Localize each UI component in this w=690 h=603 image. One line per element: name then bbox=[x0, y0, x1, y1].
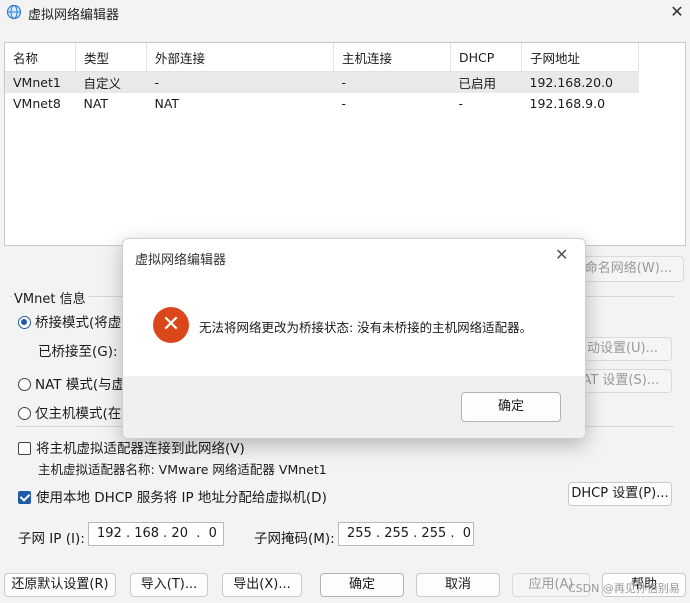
watermark: CSDN @再见孙悟别易 bbox=[568, 582, 680, 595]
dialog-close-icon[interactable]: ✕ bbox=[555, 245, 568, 264]
dialog-message: 无法将网络更改为桥接状态: 没有未桥接的主机网络适配器。 bbox=[199, 320, 533, 335]
error-x-icon: ✕ bbox=[153, 307, 189, 343]
modal-overlay: 虚拟网络编辑器 ✕ ✕ 无法将网络更改为桥接状态: 没有未桥接的主机网络适配器。… bbox=[0, 0, 690, 603]
error-dialog: 虚拟网络编辑器 ✕ ✕ 无法将网络更改为桥接状态: 没有未桥接的主机网络适配器。… bbox=[122, 238, 586, 439]
dialog-ok-button[interactable]: 确定 bbox=[461, 392, 561, 422]
dialog-title: 虚拟网络编辑器 bbox=[135, 253, 227, 268]
